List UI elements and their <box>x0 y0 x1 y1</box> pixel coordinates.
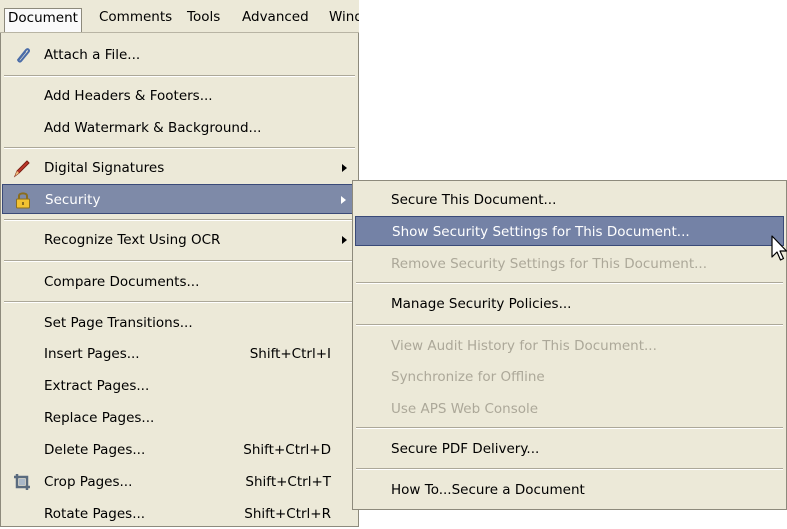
extract-pages-item[interactable]: Extract Pages... <box>2 371 357 401</box>
secure-document-item[interactable]: Secure This Document... <box>355 185 784 215</box>
pen-icon <box>13 160 30 178</box>
synchronize-offline-item: Synchronize for Offline <box>355 362 784 392</box>
crop-pages-shortcut: Shift+Ctrl+T <box>245 474 331 490</box>
view-audit-history-label: View Audit History for This Document... <box>391 338 657 354</box>
show-security-settings-item[interactable]: Show Security Settings for This Document… <box>355 216 784 246</box>
add-watermark-background-item[interactable]: Add Watermark & Background... <box>2 113 357 143</box>
menu-separator <box>356 427 783 429</box>
menu-tools[interactable]: Tools <box>184 8 223 28</box>
recognize-ocr-item[interactable]: Recognize Text Using OCR <box>2 225 357 255</box>
security-item[interactable]: Security <box>2 184 357 214</box>
submenu-arrow-icon <box>341 196 346 204</box>
manage-policies-label: Manage Security Policies... <box>391 296 572 312</box>
rotate-pages-shortcut: Shift+Ctrl+R <box>244 506 331 522</box>
recognize-ocr-label: Recognize Text Using OCR <box>44 232 221 248</box>
how-to-secure-item[interactable]: How To...Secure a Document <box>355 475 784 505</box>
manage-security-policies-item[interactable]: Manage Security Policies... <box>355 289 784 319</box>
mouse-pointer-icon <box>771 235 787 261</box>
menu-document[interactable]: Document <box>4 8 82 32</box>
attach-file-item[interactable]: Attach a File... <box>2 40 357 70</box>
menu-separator <box>356 324 783 326</box>
extract-pages-label: Extract Pages... <box>44 378 150 394</box>
use-aps-web-console-label: Use APS Web Console <box>391 401 539 417</box>
replace-pages-label: Replace Pages... <box>44 410 155 426</box>
document-menu: Attach a File... Add Headers & Footers..… <box>0 33 359 527</box>
show-security-settings-label: Show Security Settings for This Document… <box>392 224 690 240</box>
remove-security-settings-item: Remove Security Settings for This Docume… <box>355 249 784 279</box>
delete-pages-label: Delete Pages... <box>44 442 146 458</box>
menu-separator <box>4 260 355 262</box>
use-aps-web-console-item: Use APS Web Console <box>355 394 784 424</box>
menu-separator <box>356 282 783 284</box>
crop-icon <box>14 474 30 490</box>
rotate-pages-item[interactable]: Rotate Pages... Shift+Ctrl+R <box>2 499 357 529</box>
compare-documents-item[interactable]: Compare Documents... <box>2 267 357 297</box>
paperclip-icon <box>17 48 30 63</box>
padlock-icon <box>16 192 30 209</box>
add-headers-footers-item[interactable]: Add Headers & Footers... <box>2 81 357 111</box>
headers-footers-label: Add Headers & Footers... <box>44 88 213 104</box>
menu-comments[interactable]: Comments <box>96 8 175 28</box>
menu-separator <box>4 147 355 149</box>
set-page-transitions-item[interactable]: Set Page Transitions... <box>2 308 357 338</box>
menu-bar: Document Comments Tools Advanced Wind <box>0 0 359 33</box>
secure-pdf-delivery-label: Secure PDF Delivery... <box>391 441 540 457</box>
attach-file-label: Attach a File... <box>44 47 141 63</box>
submenu-arrow-icon <box>342 164 347 172</box>
insert-pages-item[interactable]: Insert Pages... Shift+Ctrl+I <box>2 339 357 369</box>
crop-pages-label: Crop Pages... <box>44 474 133 490</box>
rotate-pages-label: Rotate Pages... <box>44 506 146 522</box>
digital-signatures-label: Digital Signatures <box>44 160 165 176</box>
insert-pages-shortcut: Shift+Ctrl+I <box>249 346 331 362</box>
menu-separator <box>4 301 355 303</box>
menu-separator <box>4 75 355 77</box>
delete-pages-item[interactable]: Delete Pages... Shift+Ctrl+D <box>2 435 357 465</box>
delete-pages-shortcut: Shift+Ctrl+D <box>243 442 331 458</box>
watermark-background-label: Add Watermark & Background... <box>44 120 262 136</box>
secure-document-label: Secure This Document... <box>391 192 557 208</box>
submenu-arrow-icon <box>342 236 347 244</box>
page-transitions-label: Set Page Transitions... <box>44 315 193 331</box>
security-label: Security <box>45 192 101 208</box>
menu-window[interactable]: Wind <box>326 8 359 28</box>
view-audit-history-item: View Audit History for This Document... <box>355 331 784 361</box>
menu-advanced[interactable]: Advanced <box>239 8 312 28</box>
insert-pages-label: Insert Pages... <box>44 346 140 362</box>
remove-security-settings-label: Remove Security Settings for This Docume… <box>391 256 708 272</box>
secure-pdf-delivery-item[interactable]: Secure PDF Delivery... <box>355 434 784 464</box>
crop-pages-item[interactable]: Crop Pages... Shift+Ctrl+T <box>2 467 357 497</box>
security-submenu: Secure This Document... Show Security Se… <box>352 180 787 510</box>
replace-pages-item[interactable]: Replace Pages... <box>2 403 357 433</box>
digital-signatures-item[interactable]: Digital Signatures <box>2 153 357 183</box>
menu-separator <box>356 468 783 470</box>
how-to-secure-label: How To...Secure a Document <box>391 482 585 498</box>
compare-documents-label: Compare Documents... <box>44 274 200 290</box>
synchronize-offline-label: Synchronize for Offline <box>391 369 545 385</box>
menu-separator <box>4 219 355 221</box>
